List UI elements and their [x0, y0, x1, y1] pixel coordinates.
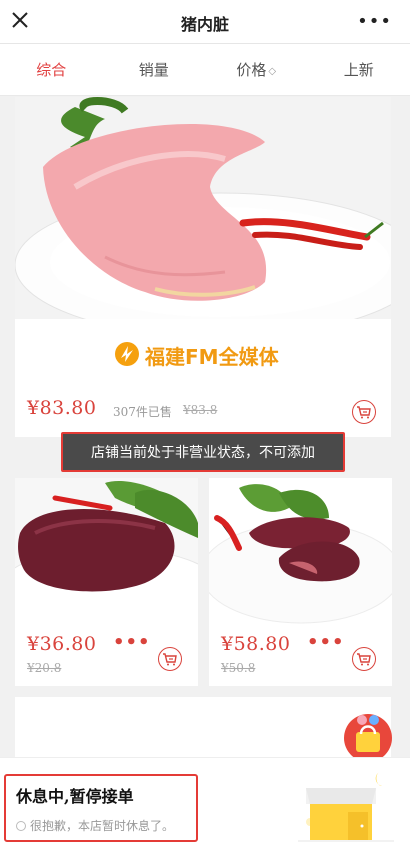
tab-label: 综合 [36, 61, 67, 79]
status-toast: 店铺当前处于非营业状态，不可添加 [61, 432, 345, 472]
original-price: ¥20.8 [27, 661, 62, 675]
tab-newest[interactable]: 上新 [308, 44, 410, 95]
tab-label: 上新 [343, 61, 374, 79]
sold-count: 307件已售 [113, 405, 172, 419]
price: ¥36.80 [27, 633, 97, 655]
product-image [15, 478, 198, 600]
price: ¥58.80 [221, 633, 291, 655]
brand-logo-text: 福建FM全媒体 [145, 345, 279, 369]
store-closed-illustration [298, 772, 394, 842]
brand-logo: 福建FM全媒体 [15, 319, 391, 389]
page-title: 猪内脏 [180, 15, 229, 34]
clock-icon [16, 821, 26, 831]
add-to-cart-button[interactable] [352, 400, 376, 424]
tab-comprehensive[interactable]: 综合 [0, 44, 103, 95]
more-icon[interactable]: ••• [357, 11, 392, 32]
price: ¥83.80 [27, 397, 97, 419]
cart-icon [357, 653, 371, 666]
original-price: ¥50.8 [221, 661, 256, 675]
cart-icon [357, 406, 371, 419]
fm-logo-icon [115, 342, 139, 366]
product-card[interactable]: ¥36.80 ••• ¥20.8 [15, 478, 198, 686]
closed-subtitle: 很抱歉，本店暂时休息了。 [16, 817, 174, 834]
sort-tabs: 综合 销量 价格 ◇ 上新 [0, 44, 410, 96]
add-to-cart-button[interactable] [352, 647, 376, 671]
closed-subtitle-text: 很抱歉，本店暂时休息了。 [30, 819, 175, 833]
product-card[interactable]: ¥58.80 ••• ¥50.8 [209, 478, 392, 686]
sort-icon: ◇ [268, 66, 277, 77]
store-closed-notice: 休息中,暂停接单 很抱歉，本店暂时休息了。 [4, 774, 198, 842]
product-card-featured[interactable]: 福建FM全媒体 ¥83.80 307件已售 ¥83.8 [15, 97, 391, 437]
more-options-icon[interactable]: ••• [113, 632, 151, 653]
tab-sales[interactable]: 销量 [103, 44, 206, 95]
closed-title: 休息中,暂停接单 [16, 787, 134, 806]
tab-label: 销量 [138, 61, 169, 79]
product-image [209, 478, 392, 628]
cart-icon [163, 653, 177, 666]
product-image [15, 97, 391, 319]
tab-price[interactable]: 价格 ◇ [205, 44, 308, 95]
more-options-icon[interactable]: ••• [307, 632, 345, 653]
original-price: ¥83.8 [183, 403, 218, 417]
tab-label: 价格 [236, 61, 267, 79]
page: 猪内脏 ••• 综合 销量 价格 ◇ 上新 福建FM全媒体 ¥83.80 307… [0, 0, 410, 858]
top-bar: 猪内脏 ••• [0, 0, 410, 44]
add-to-cart-button[interactable] [158, 647, 182, 671]
